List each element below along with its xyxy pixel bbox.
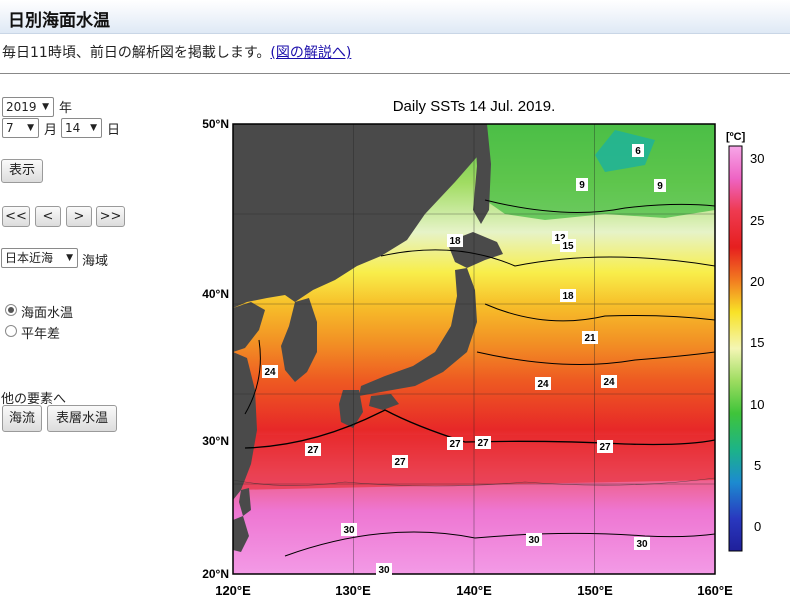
latitude-labels: 50°N 40°N 30°N 20°N [202,117,229,581]
chevron-down-icon: ▼ [42,102,49,112]
colorbar-tick: 0 [754,519,761,534]
colorbar-tick: 25 [750,213,764,228]
contour-label: 9 [657,181,663,192]
lon-label: 140°E [456,583,492,598]
contour-label: 18 [449,236,461,247]
contour-label: 24 [603,377,615,388]
colorbar-tick: 5 [754,458,761,473]
chevron-down-icon: ▼ [27,123,34,133]
lon-label: 160°E [697,583,733,598]
longitude-labels: 120°E 130°E 140°E 150°E 160°E [215,583,733,598]
contour-label: 30 [378,565,390,576]
lon-label: 120°E [215,583,251,598]
day-select[interactable]: 14 ▼ [61,118,102,138]
month-value: 7 [6,121,14,135]
sst-radio-label[interactable]: 海面水温 [21,302,73,321]
colorbar-tick: 10 [750,397,764,412]
colorbar-tick: 30 [750,151,764,166]
contour-label: 27 [449,439,461,450]
contour-label: 21 [584,333,596,344]
prev-day-button[interactable]: < [35,206,61,227]
lat-label: 50°N [202,117,229,131]
month-label: 月 [44,123,58,138]
contour-label: 24 [537,379,549,390]
first-day-button[interactable]: << [2,206,30,227]
month-select[interactable]: 7 ▼ [2,118,39,138]
colorbar-unit: [ºC] [726,131,746,143]
lat-label: 40°N [202,287,229,301]
contour-label: 27 [477,438,489,449]
sst-radio[interactable] [5,304,17,316]
contour-label: 24 [264,367,276,378]
year-select[interactable]: 2019 ▼ [2,97,54,117]
region-label: 海域 [82,254,109,269]
region-value: 日本近海 [5,251,54,265]
contour-label: 30 [343,525,355,536]
sst-map-svg: Daily SSTs 14 Jul. 2019. 6 9 9 18 12 15 … [202,98,764,598]
contour-label: 9 [579,180,585,191]
intro-sentence: 毎日11時頃、前日の解析図を掲載します。 [2,45,271,61]
map-plot-area [233,124,715,574]
contour-label: 27 [394,457,406,468]
contour-label: 18 [562,291,574,302]
subsurface-temp-button[interactable]: 表層水温 [47,405,117,432]
region-select[interactable]: 日本近海 ▼ [1,248,78,268]
explanation-link[interactable]: (図の解説へ) [270,45,351,61]
lon-label: 150°E [577,583,613,598]
intro-text: 毎日11時頃、前日の解析図を掲載します。(図の解説へ) [2,42,351,62]
cold-water-region [485,124,715,220]
chevron-down-icon: ▼ [66,253,73,263]
colorbar-tick: 20 [750,274,764,289]
lon-label: 130°E [335,583,371,598]
contour-label: 15 [562,241,574,252]
contour-label: 27 [599,442,611,453]
anomaly-radio[interactable] [5,325,17,337]
colorbar [728,145,743,552]
contour-label: 30 [636,539,648,550]
page-title: 日別海面水温 [8,11,110,31]
contour-label: 27 [307,445,319,456]
map-title: Daily SSTs 14 Jul. 2019. [393,98,556,115]
contour-label: 6 [635,146,641,157]
year-label: 年 [59,101,73,116]
colorbar-tick: 15 [750,335,764,350]
anomaly-radio-label[interactable]: 平年差 [21,323,60,342]
day-label: 日 [107,123,121,138]
current-button[interactable]: 海流 [2,405,42,432]
chevron-down-icon: ▼ [90,123,97,133]
show-button[interactable]: 表示 [1,159,43,183]
colorbar-ticks: 30 25 20 15 10 5 0 [750,151,764,534]
lat-label: 20°N [202,567,229,581]
year-value: 2019 [6,100,37,114]
divider [0,73,790,74]
contour-label: 30 [528,535,540,546]
last-day-button[interactable]: >> [96,206,125,227]
lat-label: 30°N [202,434,229,448]
title-bar: 日別海面水温 [0,0,790,34]
sst-map-figure: Daily SSTs 14 Jul. 2019. 6 9 9 18 12 15 … [185,90,790,611]
next-day-button[interactable]: > [66,206,92,227]
day-value: 14 [65,121,81,135]
